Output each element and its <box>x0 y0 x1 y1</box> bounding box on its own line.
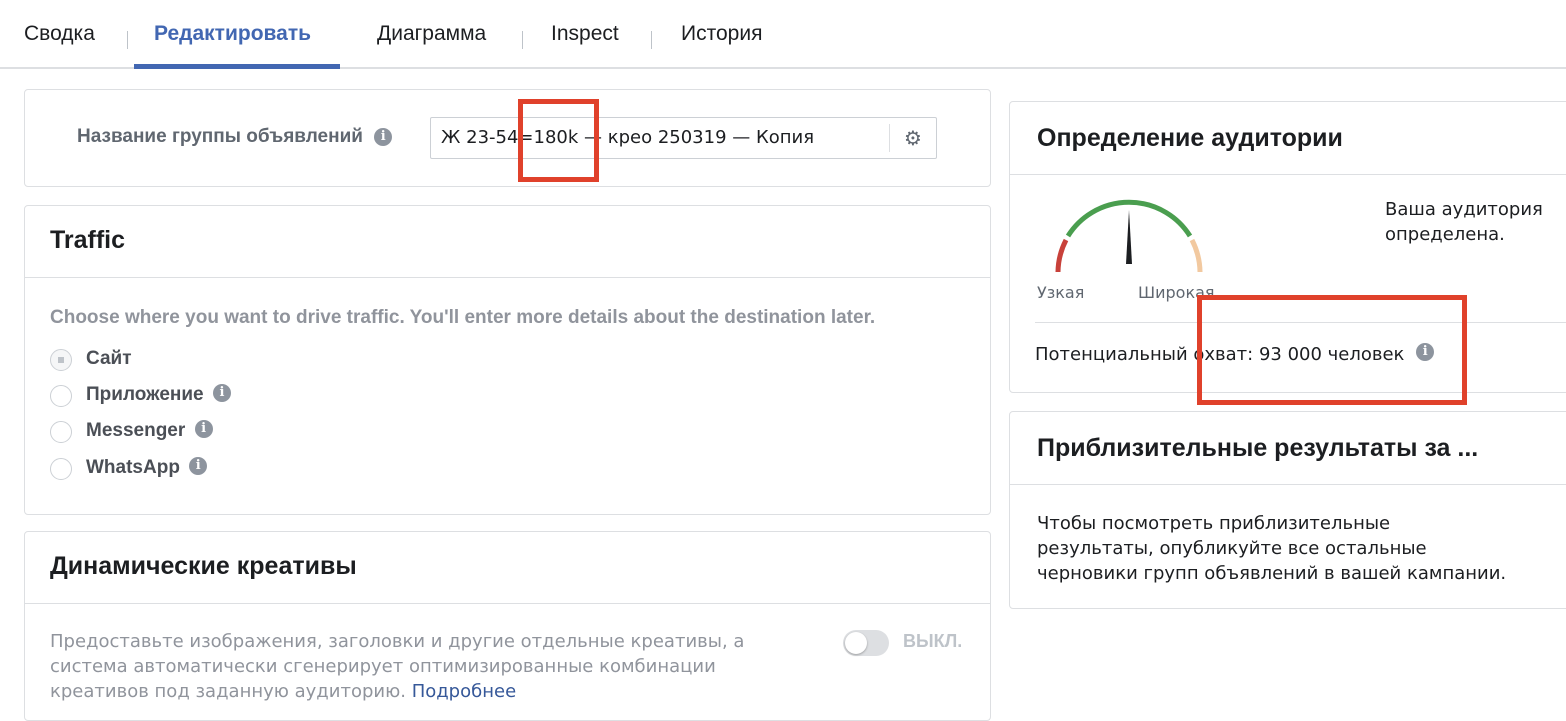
radio-button[interactable] <box>50 458 72 480</box>
estimates-description: Чтобы посмотреть приблизительные результ… <box>1037 513 1507 584</box>
info-icon[interactable]: i <box>189 456 208 475</box>
adset-name-card: Название группы объявлений i Ж 23-54=180… <box>24 89 991 187</box>
estimates-title: Приблизительные результаты за ... <box>1037 434 1479 462</box>
dynamic-title: Динамические креативы <box>50 552 357 580</box>
tab-separator <box>127 31 128 49</box>
gauge-wide-segment <box>1189 238 1203 273</box>
audience-card-header: Определение аудитории <box>1010 102 1566 175</box>
traffic-card: Traffic Choose where you want to drive t… <box>24 205 991 515</box>
estimates-card-header: Приблизительные результаты за ... <box>1010 412 1566 485</box>
gauge-narrow-label: Узкая <box>1037 283 1085 302</box>
tab-separator <box>651 31 652 49</box>
gauge-needle <box>1126 210 1132 264</box>
radio-label-wrap: Приложение i <box>86 383 231 406</box>
radio-label-wrap: WhatsApp i <box>86 456 208 479</box>
radio-label: Messenger <box>86 420 186 441</box>
audience-status: Ваша аудитория определена. <box>1385 199 1543 245</box>
audience-title: Определение аудитории <box>1037 124 1343 152</box>
tab-edit[interactable]: Редактировать <box>154 22 311 46</box>
radio-button[interactable] <box>50 421 72 443</box>
tab-chart[interactable]: Диаграмма <box>377 22 486 46</box>
radio-label: WhatsApp <box>86 457 180 478</box>
radio-button-checked[interactable] <box>50 349 72 371</box>
highlight-box <box>1197 295 1467 405</box>
adset-name-label-text: Название группы объявлений <box>77 126 363 147</box>
info-icon[interactable]: i <box>374 127 393 146</box>
tab-history[interactable]: История <box>681 22 762 46</box>
dynamic-description-text: Предоставьте изображения, заголовки и др… <box>50 631 745 702</box>
tab-inspect[interactable]: Inspect <box>551 22 619 46</box>
radio-button[interactable] <box>50 385 72 407</box>
dynamic-card-header: Динамические креативы <box>25 532 990 604</box>
learn-more-link[interactable]: Подробнее <box>412 681 516 702</box>
gauge-narrow-segment <box>1055 238 1069 273</box>
dynamic-description: Предоставьте изображения, заголовки и др… <box>50 629 770 704</box>
highlight-box <box>518 99 599 182</box>
info-icon[interactable]: i <box>212 383 231 402</box>
active-tab-indicator <box>134 64 340 69</box>
adset-name-input[interactable]: Ж 23-54=180k — крео 250319 — Копия ⚙ <box>430 117 937 159</box>
dynamic-creatives-toggle[interactable] <box>843 630 889 656</box>
traffic-card-header: Traffic <box>25 206 990 278</box>
adset-name-value: Ж 23-54=180k — крео 250319 — Копия <box>441 127 815 148</box>
tab-summary[interactable]: Сводка <box>24 22 95 46</box>
tab-bar: Сводка Редактировать Диаграмма Inspect И… <box>0 0 1566 69</box>
traffic-description: Choose where you want to drive traffic. … <box>50 307 876 328</box>
tab-separator <box>522 31 523 49</box>
radio-label-wrap: Messenger i <box>86 419 213 442</box>
adset-name-label: Название группы объявлений i <box>77 126 393 148</box>
gear-icon[interactable]: ⚙ <box>889 124 936 152</box>
audience-gauge <box>1055 199 1203 273</box>
dynamic-creatives-card: Динамические креативы Предоставьте изобр… <box>24 531 991 721</box>
radio-label: Сайт <box>86 348 132 369</box>
toggle-state-label: ВЫКЛ. <box>903 631 963 651</box>
info-icon[interactable]: i <box>194 419 213 438</box>
radio-label: Приложение <box>86 384 204 405</box>
estimated-results-card: Приблизительные результаты за ... Чтобы … <box>1009 411 1566 609</box>
traffic-title: Traffic <box>50 226 126 254</box>
